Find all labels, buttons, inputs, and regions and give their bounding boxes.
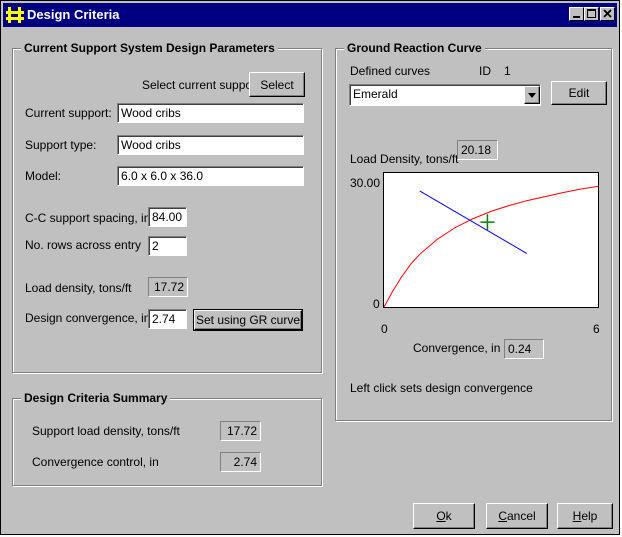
help-button[interactable]: Help — [557, 503, 613, 529]
title-bar[interactable]: Design Criteria — [3, 3, 617, 27]
design-criteria-window: Design Criteria Current Support System D… — [0, 0, 620, 535]
x-tick-min-label: 0 — [381, 322, 388, 336]
curve-select-dropdown-button[interactable] — [524, 86, 540, 104]
select-support-button[interactable]: Select — [249, 72, 305, 97]
summary-convergence-value: 2.74 — [220, 452, 261, 472]
summary-group: Design Criteria Summary — [12, 391, 322, 486]
maximize-button[interactable] — [584, 7, 599, 21]
ok-button[interactable]: Ok — [413, 503, 475, 529]
rows-label: No. rows across entry — [25, 238, 142, 252]
current-support-label: Current support: — [25, 106, 112, 120]
ok-button-label: Ok — [436, 509, 452, 523]
load-density-value: 17.72 — [148, 277, 188, 297]
set-using-gr-curve-button[interactable]: Set using GR curve — [193, 309, 303, 331]
ground-reaction-chart[interactable] — [383, 172, 599, 308]
load-density-label: Load density, tons/ft — [25, 281, 132, 295]
y-tick-max-label: 30.00 — [350, 176, 381, 190]
chart-canvas[interactable] — [383, 173, 599, 308]
support-group-title: Current Support System Design Parameters — [21, 41, 278, 55]
grc-group-title: Ground Reaction Curve — [344, 41, 485, 55]
chevron-down-icon — [528, 93, 536, 98]
grc-convergence-value: 0.24 — [504, 339, 544, 359]
curve-id-value: 1 — [504, 64, 511, 78]
edit-curve-button[interactable]: Edit — [551, 81, 607, 105]
spacing-field[interactable]: 84.00 — [148, 207, 187, 227]
design-convergence-label: Design convergence, in — [25, 311, 151, 325]
support-reaction-line — [419, 190, 527, 254]
grc-hint-text: Left click sets design convergence — [350, 381, 533, 395]
select-support-label: Select current support — [142, 78, 260, 92]
curve-id-label: ID — [479, 64, 491, 78]
summary-group-title: Design Criteria Summary — [21, 391, 171, 405]
x-tick-max-label: 6 — [593, 322, 600, 336]
close-button[interactable] — [600, 7, 615, 21]
defined-curves-label: Defined curves — [350, 64, 431, 78]
y-tick-min-label: 0 — [373, 297, 380, 311]
rows-field[interactable]: 2 — [148, 236, 187, 256]
spacing-label: C-C support spacing, in — [25, 211, 151, 225]
minimize-button[interactable] — [569, 7, 584, 21]
support-type-field[interactable]: Wood cribs — [117, 135, 304, 155]
grc-load-density-label: Load Density, tons/ft — [350, 152, 459, 166]
summary-load-value: 17.72 — [220, 421, 261, 441]
curve-select-value: Emerald — [353, 87, 398, 101]
close-icon — [603, 9, 612, 18]
summary-load-label: Support load density, tons/ft — [32, 424, 180, 438]
cancel-button-label: Cancel — [498, 509, 536, 523]
curve-select[interactable]: Emerald — [349, 84, 541, 106]
minimize-icon — [573, 16, 580, 18]
current-support-field[interactable]: Wood cribs — [117, 103, 304, 123]
cancel-button[interactable]: Cancel — [486, 503, 548, 529]
help-button-label: Help — [572, 509, 598, 523]
design-convergence-field[interactable]: 2.74 — [148, 309, 187, 329]
model-label: Model: — [25, 169, 62, 183]
model-field[interactable]: 6.0 x 6.0 x 36.0 — [117, 166, 304, 186]
grc-load-density-value: 20.18 — [457, 140, 498, 160]
grc-convergence-label: Convergence, in — [413, 341, 501, 355]
support-type-label: Support type: — [25, 138, 97, 152]
app-icon — [6, 7, 24, 23]
maximize-icon — [587, 9, 596, 18]
window-title: Design Criteria — [27, 7, 120, 22]
ground-reaction-curve-line — [383, 185, 599, 308]
summary-convergence-label: Convergence control, in — [32, 455, 159, 469]
